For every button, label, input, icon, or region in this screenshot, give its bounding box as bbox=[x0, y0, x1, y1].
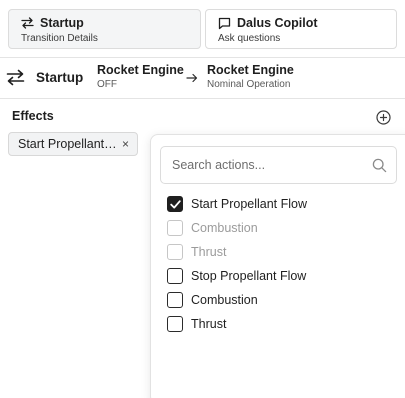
arrows-swap-icon bbox=[6, 69, 25, 86]
option-label: Combustion bbox=[191, 293, 258, 307]
checkbox[interactable] bbox=[167, 316, 183, 332]
option-combustion-disabled: Combustion bbox=[167, 219, 258, 237]
transition-header: Startup Rocket Engine OFF Rocket Engine … bbox=[0, 58, 405, 99]
tab-startup-title: Startup bbox=[40, 16, 84, 30]
tab-copilot-subtitle: Ask questions bbox=[218, 33, 281, 44]
option-thrust-disabled: Thrust bbox=[167, 243, 226, 261]
search-icon bbox=[372, 158, 387, 173]
to-state-value: Nominal Operation bbox=[207, 79, 291, 90]
search-box bbox=[160, 146, 397, 184]
effect-chip-label: Start Propellant Flow bbox=[18, 137, 118, 151]
from-state-value: OFF bbox=[97, 79, 117, 90]
effects-heading: Effects bbox=[12, 109, 54, 123]
option-start-propellant-flow[interactable]: Start Propellant Flow bbox=[167, 195, 307, 213]
plus-circle-icon[interactable] bbox=[376, 110, 391, 125]
actions-dropdown: Start Propellant Flow Combustion Thrust … bbox=[150, 134, 405, 398]
to-state: Rocket Engine Nominal Operation bbox=[207, 63, 294, 90]
from-state-title: Rocket Engine bbox=[97, 63, 184, 77]
arrow-right-icon bbox=[186, 73, 198, 83]
checkbox bbox=[167, 220, 183, 236]
checkbox[interactable] bbox=[167, 268, 183, 284]
to-state-title: Rocket Engine bbox=[207, 63, 294, 77]
from-state: Rocket Engine OFF bbox=[97, 63, 184, 90]
option-combustion[interactable]: Combustion bbox=[167, 291, 258, 309]
option-thrust[interactable]: Thrust bbox=[167, 315, 226, 333]
option-label: Combustion bbox=[191, 221, 258, 235]
tab-startup-subtitle: Transition Details bbox=[21, 33, 98, 44]
arrows-swap-icon bbox=[21, 17, 34, 29]
checkbox[interactable] bbox=[167, 292, 183, 308]
search-input[interactable] bbox=[161, 147, 356, 183]
effect-chip[interactable]: Start Propellant Flow × bbox=[8, 132, 138, 156]
transition-name: Startup bbox=[36, 70, 84, 85]
checkbox[interactable] bbox=[167, 196, 183, 212]
tab-copilot-title: Dalus Copilot bbox=[237, 16, 318, 30]
checkmark-icon bbox=[169, 199, 181, 208]
checkbox bbox=[167, 244, 183, 260]
transition-panel: Startup Transition Details Dalus Copilot… bbox=[0, 0, 405, 398]
close-icon[interactable]: × bbox=[122, 138, 129, 150]
option-label: Thrust bbox=[191, 245, 227, 259]
tab-row: Startup Transition Details Dalus Copilot… bbox=[0, 0, 405, 58]
option-label: Thrust bbox=[191, 317, 227, 331]
chat-bubble-icon bbox=[218, 17, 231, 29]
option-label: Start Propellant Flow bbox=[191, 197, 308, 211]
option-stop-propellant-flow[interactable]: Stop Propellant Flow bbox=[167, 267, 306, 285]
tab-startup[interactable]: Startup Transition Details bbox=[8, 9, 201, 49]
tab-dalus-copilot[interactable]: Dalus Copilot Ask questions bbox=[205, 9, 397, 49]
option-label: Stop Propellant Flow bbox=[191, 269, 307, 283]
